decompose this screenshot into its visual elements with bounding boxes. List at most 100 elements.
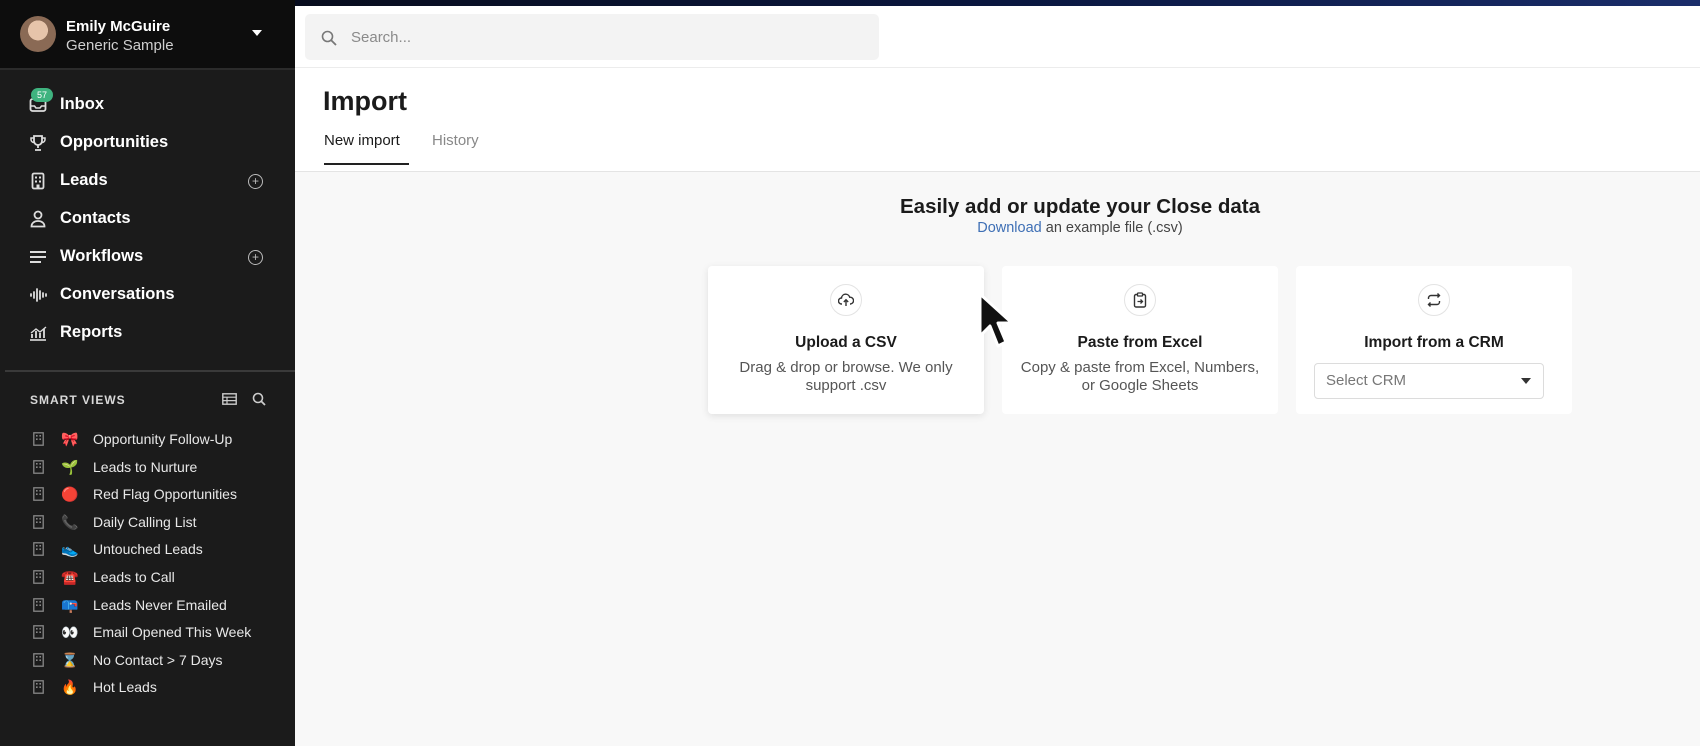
search-input[interactable] bbox=[351, 25, 851, 49]
add-workflow-icon[interactable]: + bbox=[248, 250, 263, 265]
nav-label-opportunities: Opportunities bbox=[60, 133, 169, 151]
trophy-icon bbox=[29, 134, 47, 152]
building-icon bbox=[33, 597, 44, 612]
smart-view-item[interactable]: 🔥 Hot Leads bbox=[0, 674, 295, 702]
search-icon bbox=[321, 30, 337, 46]
smart-view-label: Email Opened This Week bbox=[93, 624, 252, 641]
sync-arrows-icon bbox=[1418, 284, 1450, 316]
smart-view-label: Leads Never Emailed bbox=[93, 596, 227, 613]
nav-item-reports[interactable]: Reports bbox=[0, 314, 295, 352]
tab-new-import[interactable]: New import bbox=[324, 132, 400, 149]
crm-select-value: Select CRM bbox=[1326, 372, 1407, 389]
building-icon bbox=[33, 680, 44, 695]
nav-item-opportunities[interactable]: Opportunities bbox=[0, 124, 295, 162]
nav-item-contacts[interactable]: Contacts bbox=[0, 200, 295, 238]
main-nav: 57 Inbox Opportunities Leads + Contacts bbox=[0, 86, 295, 352]
card-description: Copy & paste from Excel, Numbers, or Goo… bbox=[1020, 359, 1260, 394]
plant-emoji-icon: 🌱 bbox=[61, 458, 79, 475]
eyes-emoji-icon: 👀 bbox=[61, 624, 79, 641]
telephone-emoji-icon: ☎️ bbox=[61, 568, 79, 585]
import-crm-card[interactable]: Import from a CRM Select CRM bbox=[1296, 266, 1572, 414]
nav-item-workflows[interactable]: Workflows + bbox=[0, 238, 295, 276]
chevron-down-icon bbox=[1521, 378, 1531, 384]
page-title: Import bbox=[323, 86, 407, 116]
sidebar-divider bbox=[5, 370, 295, 372]
building-icon bbox=[33, 652, 44, 667]
nav-label-inbox: Inbox bbox=[60, 95, 104, 113]
smart-views-list: 🎀 Opportunity Follow-Up 🌱 Leads to Nurtu… bbox=[0, 426, 295, 702]
example-file-line: Download an example file (.csv) bbox=[840, 220, 1320, 236]
smart-view-item[interactable]: 🔴 Red Flag Opportunities bbox=[0, 481, 295, 509]
smart-view-item[interactable]: 👀 Email Opened This Week bbox=[0, 619, 295, 647]
upload-csv-card[interactable]: Upload a CSV Drag & drop or browse. We o… bbox=[708, 266, 984, 414]
example-file-text: an example file (.csv) bbox=[1041, 220, 1183, 236]
download-link[interactable]: Download bbox=[977, 220, 1042, 236]
search-box[interactable] bbox=[305, 14, 879, 60]
smart-view-label: Daily Calling List bbox=[93, 513, 197, 530]
building-icon bbox=[29, 172, 47, 190]
account-name: Emily McGuire bbox=[66, 18, 171, 35]
smart-view-item[interactable]: 👟 Untouched Leads bbox=[0, 536, 295, 564]
shoe-emoji-icon: 👟 bbox=[61, 541, 79, 558]
waveform-icon bbox=[29, 286, 47, 304]
smart-view-item[interactable]: ⌛ No Contact > 7 Days bbox=[0, 647, 295, 675]
table-icon[interactable] bbox=[222, 393, 237, 405]
smart-view-item[interactable]: 📪 Leads Never Emailed bbox=[0, 592, 295, 620]
page-header: Import New import History bbox=[295, 68, 1700, 172]
tab-history[interactable]: History bbox=[432, 132, 479, 149]
smart-view-label: Leads to Call bbox=[93, 568, 175, 585]
inbox-count-badge: 57 bbox=[31, 88, 53, 102]
building-icon bbox=[33, 432, 44, 446]
building-icon bbox=[33, 487, 44, 502]
top-bar bbox=[295, 6, 1700, 68]
nav-item-leads[interactable]: Leads + bbox=[0, 162, 295, 200]
smart-views-header: SMART VIEWS bbox=[30, 393, 126, 407]
smart-view-label: Red Flag Opportunities bbox=[93, 486, 237, 503]
nav-item-inbox[interactable]: 57 Inbox bbox=[0, 86, 295, 124]
crm-select-dropdown[interactable]: Select CRM bbox=[1314, 363, 1544, 399]
clipboard-paste-icon bbox=[1124, 284, 1156, 316]
main-content: Import New import History Easily add or … bbox=[295, 6, 1700, 746]
building-icon bbox=[33, 625, 44, 640]
nav-label-leads: Leads bbox=[60, 171, 108, 189]
smart-view-label: No Contact > 7 Days bbox=[93, 651, 223, 668]
add-lead-icon[interactable]: + bbox=[248, 174, 263, 189]
smart-view-label: Untouched Leads bbox=[93, 541, 203, 558]
nav-label-contacts: Contacts bbox=[60, 209, 131, 227]
list-lines-icon bbox=[29, 248, 47, 266]
smart-view-item[interactable]: ☎️ Leads to Call bbox=[0, 564, 295, 592]
building-icon bbox=[33, 542, 44, 557]
nav-item-conversations[interactable]: Conversations bbox=[0, 276, 295, 314]
sidebar: Emily McGuire Generic Sample 57 Inbox Op… bbox=[0, 0, 295, 746]
smart-view-item[interactable]: 📞 Daily Calling List bbox=[0, 509, 295, 537]
hourglass-emoji-icon: ⌛ bbox=[61, 651, 79, 668]
smart-view-label: Leads to Nurture bbox=[93, 458, 198, 475]
smart-view-label: Hot Leads bbox=[93, 679, 157, 696]
mailbox-emoji-icon: 📪 bbox=[61, 596, 79, 613]
person-icon bbox=[29, 210, 47, 228]
card-title: Import from a CRM bbox=[1364, 334, 1504, 351]
red-circle-emoji-icon: 🔴 bbox=[61, 486, 79, 503]
cloud-upload-icon bbox=[830, 284, 862, 316]
fire-emoji-icon: 🔥 bbox=[61, 679, 79, 696]
chevron-down-icon[interactable] bbox=[252, 30, 262, 36]
card-title: Paste from Excel bbox=[1077, 334, 1203, 351]
building-icon bbox=[33, 459, 44, 474]
paste-excel-card[interactable]: Paste from Excel Copy & paste from Excel… bbox=[1002, 266, 1278, 414]
chart-icon bbox=[29, 324, 47, 342]
search-icon[interactable] bbox=[252, 392, 266, 406]
nav-label-reports: Reports bbox=[60, 323, 123, 341]
mouse-cursor-icon bbox=[978, 292, 1014, 348]
building-icon bbox=[33, 514, 44, 529]
card-title: Upload a CSV bbox=[795, 334, 897, 351]
smart-view-label: Opportunity Follow-Up bbox=[93, 431, 233, 447]
smart-view-item[interactable]: 🌱 Leads to Nurture bbox=[0, 454, 295, 482]
building-icon bbox=[33, 570, 44, 584]
smart-view-item[interactable]: 🎀 Opportunity Follow-Up bbox=[0, 426, 295, 454]
card-description: Drag & drop or browse. We only support .… bbox=[739, 359, 953, 394]
nav-label-conversations: Conversations bbox=[60, 285, 175, 303]
avatar[interactable] bbox=[20, 16, 56, 52]
account-switcher[interactable]: Emily McGuire Generic Sample bbox=[0, 0, 295, 70]
account-organization: Generic Sample bbox=[66, 37, 174, 54]
phone-emoji-icon: 📞 bbox=[61, 513, 79, 530]
